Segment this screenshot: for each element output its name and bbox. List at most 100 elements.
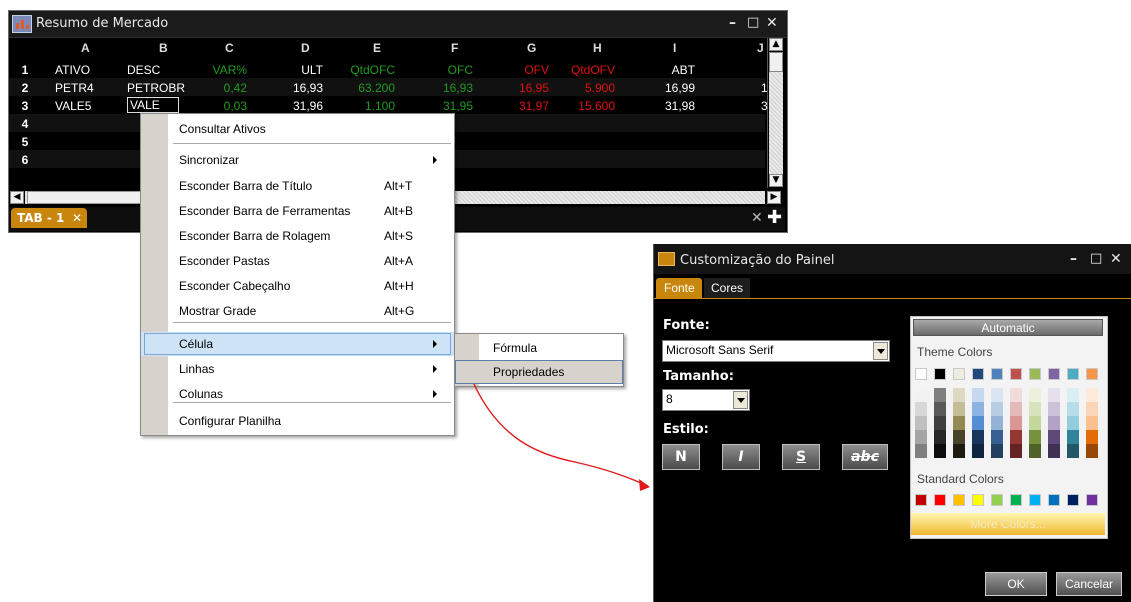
color-swatch[interactable] — [1029, 402, 1041, 416]
color-swatch[interactable] — [1067, 402, 1079, 416]
color-swatch[interactable] — [1048, 402, 1060, 416]
color-swatch[interactable] — [1048, 444, 1060, 458]
color-swatch[interactable] — [972, 430, 984, 444]
color-swatch[interactable] — [953, 494, 965, 506]
dialog-close-button[interactable]: ✕ — [1110, 250, 1122, 268]
color-swatch[interactable] — [991, 416, 1003, 430]
color-swatch[interactable] — [972, 444, 984, 458]
color-swatch[interactable] — [991, 388, 1003, 402]
color-swatch[interactable] — [934, 444, 946, 458]
color-swatch[interactable] — [1010, 494, 1022, 506]
theme-colors-label: Theme Colors — [917, 345, 993, 359]
color-swatch[interactable] — [934, 416, 946, 430]
color-swatch[interactable] — [991, 402, 1003, 416]
color-swatch[interactable] — [972, 368, 984, 380]
cancel-button[interactable]: Cancelar — [1056, 572, 1122, 596]
color-swatch[interactable] — [1029, 388, 1041, 402]
italic-button[interactable]: I — [722, 444, 760, 470]
color-swatch[interactable] — [1029, 444, 1041, 458]
color-swatch[interactable] — [953, 388, 965, 402]
color-swatch[interactable] — [1086, 430, 1098, 444]
color-swatch[interactable] — [934, 494, 946, 506]
arrow-line — [473, 383, 649, 487]
color-swatch[interactable] — [1048, 368, 1060, 380]
chevron-down-icon[interactable] — [873, 342, 888, 360]
color-swatch[interactable] — [934, 388, 946, 402]
color-swatch[interactable] — [1067, 388, 1079, 402]
color-swatch[interactable] — [1067, 430, 1079, 444]
size-label: Tamanho: — [663, 369, 734, 384]
app-icon — [658, 252, 675, 266]
dialog-maximize-button[interactable]: □ — [1090, 250, 1102, 268]
color-swatch[interactable] — [1029, 494, 1041, 506]
color-swatch[interactable] — [915, 416, 927, 430]
tab-underline — [654, 298, 1131, 299]
color-swatch[interactable] — [934, 402, 946, 416]
color-swatch[interactable] — [1086, 494, 1098, 506]
color-swatch[interactable] — [991, 368, 1003, 380]
color-swatch[interactable] — [1086, 368, 1098, 380]
chevron-down-icon[interactable] — [733, 391, 748, 409]
tab-cores[interactable]: Cores — [704, 278, 750, 298]
color-swatch[interactable] — [953, 444, 965, 458]
dialog-titlebar[interactable]: Customização do Painel – □ ✕ — [654, 244, 1131, 274]
color-swatch[interactable] — [991, 494, 1003, 506]
color-swatch[interactable] — [1010, 402, 1022, 416]
color-swatch[interactable] — [953, 416, 965, 430]
color-swatch[interactable] — [1048, 494, 1060, 506]
color-swatch[interactable] — [1086, 444, 1098, 458]
standard-colors-label: Standard Colors — [917, 472, 1004, 486]
size-select[interactable]: 8 — [662, 389, 750, 411]
color-swatch[interactable] — [1067, 494, 1079, 506]
color-swatch[interactable] — [1029, 416, 1041, 430]
color-swatch[interactable] — [1010, 388, 1022, 402]
color-swatch[interactable] — [1086, 402, 1098, 416]
color-swatch[interactable] — [1010, 368, 1022, 380]
color-swatch[interactable] — [972, 388, 984, 402]
font-label: Fonte: — [663, 318, 710, 333]
color-swatch[interactable] — [915, 388, 927, 402]
color-swatch[interactable] — [972, 494, 984, 506]
color-swatch[interactable] — [953, 402, 965, 416]
arrow-head — [639, 479, 650, 491]
color-swatch[interactable] — [1086, 416, 1098, 430]
color-swatch[interactable] — [1010, 430, 1022, 444]
color-swatch[interactable] — [1029, 430, 1041, 444]
color-swatch[interactable] — [915, 402, 927, 416]
bold-button[interactable]: N — [662, 444, 700, 470]
color-swatch[interactable] — [991, 430, 1003, 444]
color-swatch[interactable] — [934, 368, 946, 380]
color-swatch[interactable] — [915, 430, 927, 444]
underline-button[interactable]: S — [782, 444, 820, 470]
color-swatch[interactable] — [1086, 388, 1098, 402]
automatic-color-button[interactable]: Automatic — [913, 319, 1103, 336]
color-swatch[interactable] — [1067, 368, 1079, 380]
dialog-title: Customização do Painel — [680, 253, 835, 268]
color-swatch[interactable] — [953, 430, 965, 444]
font-select-value: Microsoft Sans Serif — [666, 343, 774, 357]
font-select[interactable]: Microsoft Sans Serif — [662, 340, 890, 362]
color-swatch[interactable] — [1048, 388, 1060, 402]
color-swatch[interactable] — [1029, 368, 1041, 380]
color-swatch[interactable] — [1048, 430, 1060, 444]
color-swatch[interactable] — [991, 444, 1003, 458]
strikethrough-button[interactable]: abc — [842, 444, 888, 470]
color-swatch[interactable] — [1067, 444, 1079, 458]
color-swatch[interactable] — [1048, 416, 1060, 430]
color-swatch[interactable] — [915, 444, 927, 458]
tab-fonte[interactable]: Fonte — [656, 278, 702, 298]
color-swatch[interactable] — [1010, 444, 1022, 458]
ok-button[interactable]: OK — [985, 572, 1047, 596]
color-swatch[interactable] — [915, 368, 927, 380]
color-swatch[interactable] — [1067, 416, 1079, 430]
color-swatch[interactable] — [915, 494, 927, 506]
color-swatch[interactable] — [972, 402, 984, 416]
color-swatch[interactable] — [934, 430, 946, 444]
more-colors-button[interactable]: More Colors... — [911, 513, 1105, 535]
color-palette: Automatic Theme Colors Standard Colors M… — [910, 316, 1108, 539]
color-swatch[interactable] — [972, 416, 984, 430]
color-swatch[interactable] — [953, 368, 965, 380]
color-swatch[interactable] — [1010, 416, 1022, 430]
size-select-value: 8 — [666, 392, 673, 406]
dialog-minimize-button[interactable]: – — [1070, 250, 1077, 268]
